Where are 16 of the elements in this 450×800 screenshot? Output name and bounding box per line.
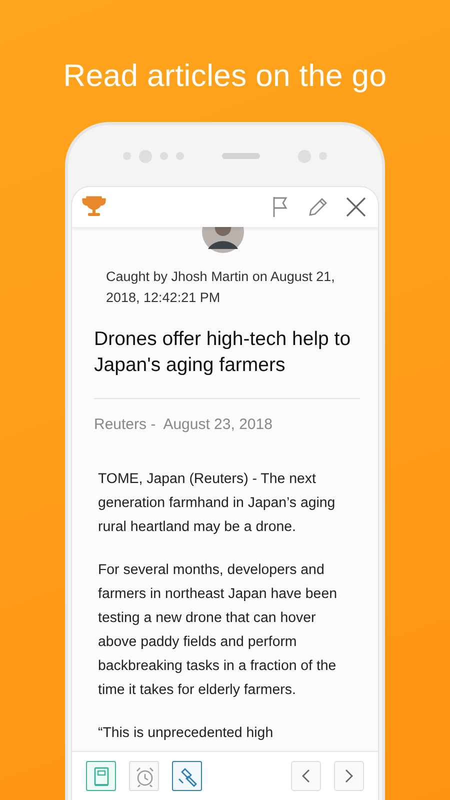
next-button[interactable] <box>334 761 364 791</box>
speaker-icon <box>222 153 260 159</box>
chevron-right-icon <box>345 769 353 783</box>
caught-by-text: Caught by Jhosh Martin on August 21, 2018, 12:42:21 PM <box>106 268 336 307</box>
headline: Read articles on the go <box>63 58 387 94</box>
previous-button[interactable] <box>291 761 321 791</box>
article-paragraph: TOME, Japan (Reuters) - The next generation farmhand in Japan’s aging rural heartland may be a drone. <box>98 470 336 537</box>
article-source: Reuters - August 23, 2018 <box>94 416 274 433</box>
article-title: Drones offer high-tech help to Japan's aging farmers <box>94 326 360 399</box>
trophy-icon <box>82 195 106 219</box>
article-paragraph: “This is unprecedented high <box>98 724 274 743</box>
close-icon[interactable] <box>344 195 368 219</box>
article-paragraph: For several months, developers and farmers in northeast Japan have been testing a new drone that can hover above paddy fields and perform backbreaking tasks in a fraction of the time it takes for elderly farmers. <box>98 561 338 700</box>
chevron-left-icon <box>302 769 310 783</box>
tool-button[interactable] <box>172 761 202 791</box>
tool-button[interactable] <box>86 761 116 791</box>
